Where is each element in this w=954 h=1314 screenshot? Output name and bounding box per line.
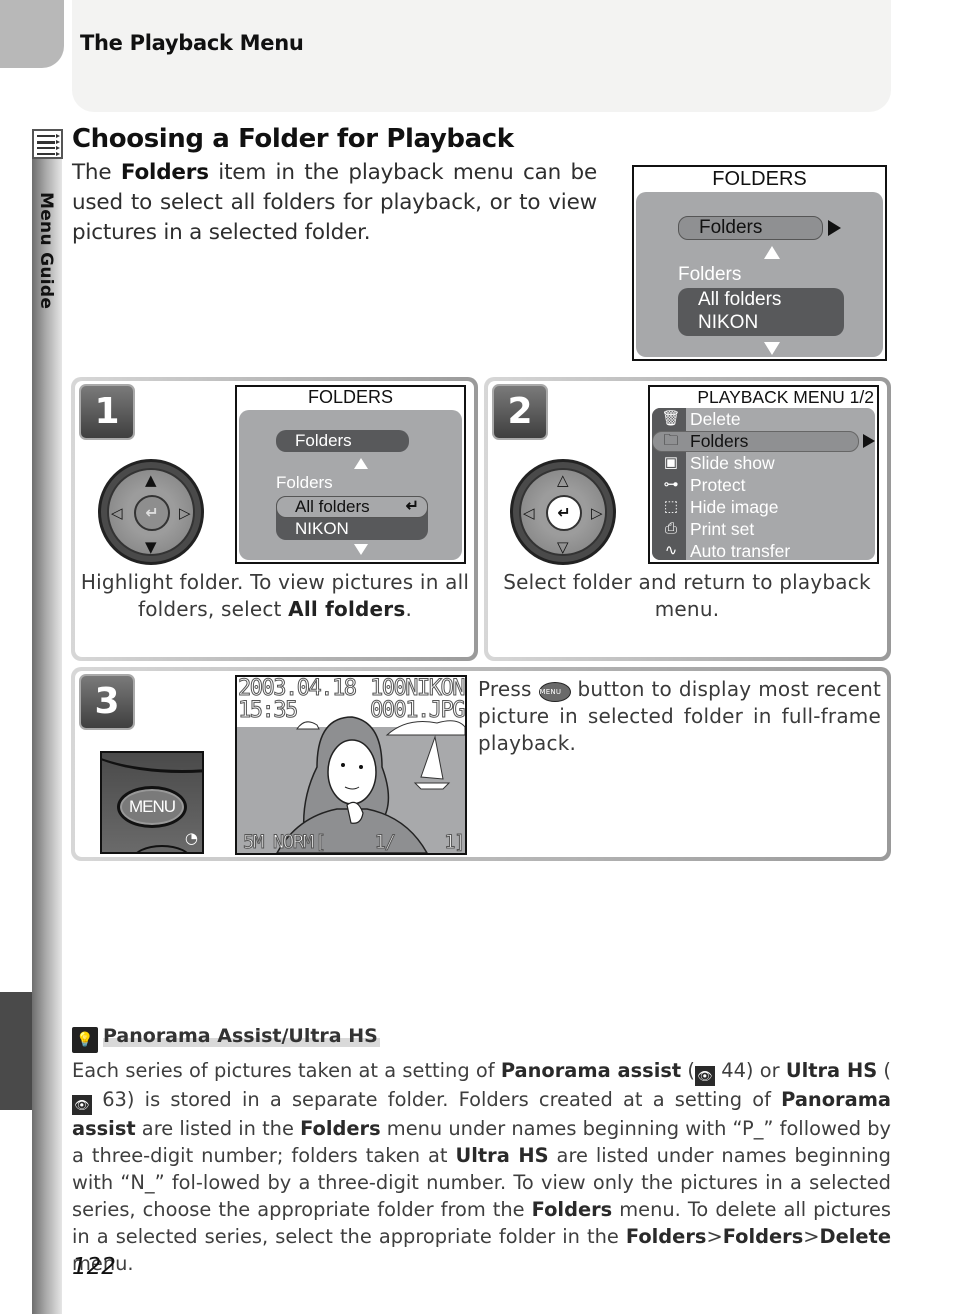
arrow-up-icon xyxy=(354,458,368,469)
osd-file: 0001.JPG xyxy=(370,698,465,724)
sidebar-section-marker xyxy=(0,992,32,1110)
folder-list: All folders NIKON xyxy=(678,288,844,336)
tip-lightbulb-icon: 💡 xyxy=(72,1027,98,1053)
osd-time: 15:35 xyxy=(238,698,299,724)
slideshow-icon: ▣ xyxy=(663,454,679,471)
tip-bold-term: Ultra HS xyxy=(785,1059,878,1082)
multi-selector-dpad: △ ▽ ◁ ▷ ↵ xyxy=(510,459,616,565)
step-number: 2 xyxy=(492,384,548,440)
enter-button-icon: ↵ xyxy=(134,495,170,531)
self-timer-icon: ◔ xyxy=(184,829,198,847)
screen-title: FOLDERS xyxy=(307,387,394,407)
osd-counter: [ 1/ 1] xyxy=(314,831,465,854)
arrow-down-icon xyxy=(764,342,780,355)
folders-selector: Folders xyxy=(678,216,823,240)
folder-list: All folders ↵ NIKON xyxy=(276,496,428,540)
dpad-down-icon: ▽ xyxy=(557,538,569,556)
arrow-right-icon xyxy=(863,434,875,448)
menu-item-delete: 🗑 Delete xyxy=(652,408,875,430)
dpad-right-icon: ▷ xyxy=(591,504,603,522)
multi-selector-dpad: ▲ ▼ ◁ ▷ ↵ xyxy=(98,459,204,565)
dpad-up-icon: △ xyxy=(557,471,569,489)
list-heading: Folders xyxy=(678,264,742,285)
screen-title: PLAYBACK MENU 1/2 xyxy=(697,387,874,407)
dpad-down-icon: ▼ xyxy=(145,538,157,556)
dpad-right-icon: ▷ xyxy=(179,504,191,522)
menu-button: MENU xyxy=(117,786,187,828)
step-3-caption: Press MENU button to display most recent… xyxy=(478,677,881,755)
playback-photo: 2003.04.18 15:35 100NIKON 0001.JPG 5M NO… xyxy=(235,675,467,855)
transfer-icon: ∿ xyxy=(664,542,678,559)
page-number: 122 xyxy=(72,1254,116,1280)
dpad-left-icon: ◁ xyxy=(111,504,123,522)
sidebar-label: Menu Guide xyxy=(36,192,56,310)
dpad-up-icon: ▲ xyxy=(145,471,157,489)
menu-item-folders: 🗀 Folders xyxy=(652,430,875,452)
tip-body: Each series of pictures taken at a setti… xyxy=(72,1059,891,1275)
step-1-screen: FOLDERS Folders Folders All folders ↵ NI… xyxy=(235,385,466,564)
folders-screen: FOLDERS Folders Folders All folders NIKO… xyxy=(632,165,887,361)
step-number: 3 xyxy=(79,674,135,730)
page-reference-icon: 👁 xyxy=(694,1066,715,1086)
tip-bold-term: Folders xyxy=(625,1225,707,1248)
menu-button-photo: MENU ◔ xyxy=(100,751,204,854)
osd-quality: 5M NORM xyxy=(243,831,315,854)
arrow-down-icon xyxy=(354,544,368,555)
menu-item-auto-transfer: ∿ Auto transfer xyxy=(652,540,875,562)
arrow-right-icon xyxy=(828,220,841,236)
enter-button-icon: ↵ xyxy=(546,495,582,531)
arrow-up-icon xyxy=(764,246,780,259)
folder-option: NIKON xyxy=(698,312,759,333)
tip-bold-term: Panorama assist xyxy=(500,1059,682,1082)
print-icon: ⎙ xyxy=(664,520,677,537)
hide-image-icon: ⬚ xyxy=(663,498,679,515)
folder-option: All folders xyxy=(698,289,782,310)
page-reference-icon: 👁 xyxy=(72,1095,92,1115)
intro-paragraph: The Folders item in the playback menu ca… xyxy=(72,160,597,245)
tip-bold-term: Ultra HS xyxy=(455,1144,549,1167)
header-title: The Playback Menu xyxy=(80,31,304,55)
tip-bold-term: Folders xyxy=(531,1198,613,1221)
sidebar-strip xyxy=(32,158,62,1314)
folder-option-highlighted: All folders ↵ xyxy=(276,496,428,518)
step-number: 1 xyxy=(79,384,135,440)
folder-option: NIKON xyxy=(295,519,349,538)
step-1-caption: Highlight folder. To view pictures in al… xyxy=(80,570,470,621)
step-2-caption: Select folder and return to playback men… xyxy=(503,570,871,621)
section-title: Choosing a Folder for Playback xyxy=(72,124,514,154)
menu-item-hide-image: ⬚ Hide image xyxy=(652,496,875,518)
key-icon: ⊶ xyxy=(663,476,679,493)
folder-icon: 🗀 xyxy=(663,432,679,449)
folders-selector: Folders xyxy=(276,430,409,452)
tip-bold-term: Delete xyxy=(819,1225,891,1248)
menu-guide-icon xyxy=(32,129,63,159)
dpad-left-icon: ◁ xyxy=(523,504,535,522)
tip-bold-term: Folders xyxy=(722,1225,804,1248)
menu-item-print-set: ⎙ Print set xyxy=(652,518,875,540)
playback-menu-screen: PLAYBACK MENU 1/2 🗑 Delete 🗀 Folders ▣ S… xyxy=(648,385,879,564)
tip-bold-term: Folders xyxy=(300,1117,381,1140)
menu-item-protect: ⊶ Protect xyxy=(652,474,875,496)
menu-button-inline-icon: MENU xyxy=(538,682,571,702)
header-band xyxy=(72,0,891,112)
corner-tab xyxy=(0,0,64,68)
tip-title: Panorama Assist/Ultra HS xyxy=(103,1025,380,1047)
trash-icon: 🗑 xyxy=(661,410,681,427)
enter-icon: ↵ xyxy=(405,498,419,515)
menu-item-slide-show: ▣ Slide show xyxy=(652,452,875,474)
tip-bold-term: Panorama assist xyxy=(72,1088,891,1140)
screen-title: FOLDERS xyxy=(712,168,807,190)
list-heading: Folders xyxy=(276,473,333,492)
